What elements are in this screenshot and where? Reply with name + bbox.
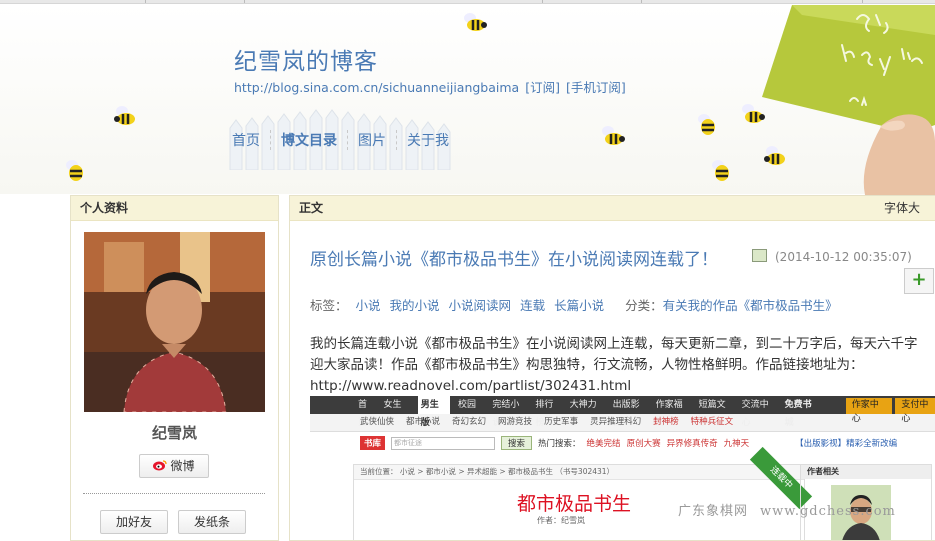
embedded-nav-item: 作家福利 xyxy=(655,400,683,428)
embedded-subnav: 武侠仙侠 都市小说 奇幻玄幻 网游竞技 历史军事 灵异推理科幻 封神榜 特种兵征… xyxy=(310,414,935,432)
embedded-nav-item: 完结小说 xyxy=(492,400,520,428)
tag-link[interactable]: 连载 xyxy=(520,298,545,313)
nav-item-about[interactable]: 关于我 xyxy=(407,130,459,150)
embedded-side-heading: 作者相关 xyxy=(801,465,931,479)
watermark-url: www.gdchess.com xyxy=(760,504,896,519)
embedded-sub-item: 奇幻玄幻 xyxy=(452,417,487,427)
image-icon xyxy=(752,249,767,262)
watermark: 广东象棋网 www.gdchess.com xyxy=(678,500,896,519)
embedded-sub-item: 都市小说 xyxy=(406,417,441,427)
category-label: 分类： xyxy=(625,298,663,313)
add-friend-button[interactable]: 加好友 xyxy=(100,510,168,534)
subscribe-link[interactable]: [订阅] xyxy=(525,80,560,95)
blog-url[interactable]: http://blog.sina.com.cn/sichuanneijiangb… xyxy=(234,80,519,95)
profile-panel-heading: 个人资料 xyxy=(71,196,278,221)
article-panel: 正文 字体大 原创长篇小说《都市极品书生》在小说阅读网连载了！ (2014-10… xyxy=(289,195,935,541)
bee-icon xyxy=(698,114,715,135)
category-link[interactable]: 有关我的作品《都市极品书生》 xyxy=(663,298,838,313)
bee-icon xyxy=(764,146,785,165)
embedded-sub-item: 武侠仙侠 xyxy=(360,417,395,427)
embedded-right-link: 【出版影视】精彩全新改编 xyxy=(795,439,898,449)
embedded-logo: 书库 xyxy=(360,436,386,450)
blog-title[interactable]: 纪雪岚的博客 xyxy=(234,42,378,76)
embedded-author: 作者：纪雪岚 xyxy=(537,516,585,525)
embedded-sub-item: 封神榜 xyxy=(653,417,679,427)
embedded-nav-button: 支付中心 xyxy=(895,398,935,424)
tag-link[interactable]: 小说阅读网 xyxy=(449,298,512,313)
mobile-subscribe-link[interactable]: [手机订阅] xyxy=(566,80,626,95)
post-title[interactable]: 原创长篇小说《都市极品书生》在小说阅读网连载了！ xyxy=(310,245,718,270)
embedded-hot-item: 绝美完结 xyxy=(586,439,621,449)
weibo-icon xyxy=(153,456,168,478)
nav-item-pictures[interactable]: 图片 xyxy=(358,130,397,150)
embedded-nav-item: 女生版 xyxy=(383,400,402,428)
post-body: 我的长篇连载小说《都市极品书生》在小说阅读网上连载，每天更新二章，到二十万字后，… xyxy=(310,334,935,397)
divider xyxy=(83,493,265,494)
blog-url-line: http://blog.sina.com.cn/sichuanneijiangb… xyxy=(234,77,632,96)
bee-icon xyxy=(114,106,135,125)
send-note-button[interactable]: 发纸条 xyxy=(178,510,246,534)
embedded-nav-item: 男生版 xyxy=(417,396,451,428)
bee-icon xyxy=(602,126,625,145)
nav-item-home[interactable]: 首页 xyxy=(232,130,271,150)
post-body-link[interactable]: http://www.readnovel.com/partlist/302431… xyxy=(310,376,935,397)
tags-label: 标签： xyxy=(310,298,348,313)
bee-icon xyxy=(66,160,83,181)
bee-icon xyxy=(742,104,765,123)
embedded-breadcrumb: 当前位置： 小说 > 都市小说 > 异术超能 > 都市极品书生 （书号30243… xyxy=(354,465,804,480)
embedded-hot-item: 九神天 xyxy=(723,439,750,449)
embedded-search-button: 搜索 xyxy=(501,436,533,450)
weibo-button[interactable]: 微博 xyxy=(139,454,209,478)
font-size-toggle[interactable]: 字体大 xyxy=(884,196,920,220)
embedded-nav-item: 排行榜 xyxy=(535,400,554,428)
embedded-sub-item: 网游竞技 xyxy=(498,417,533,427)
article-heading-label: 正文 xyxy=(299,201,324,215)
embedded-nav-item: 短篇文学 xyxy=(698,400,726,428)
bee-icon xyxy=(712,160,729,181)
embedded-nav-item: 出版影视 xyxy=(612,400,640,428)
embedded-search-bar: 书库 都市征途 搜索 热门搜索： 绝美完结 原创大赛 异界修真传奇 九神天 【出… xyxy=(310,432,935,454)
avatar[interactable] xyxy=(84,232,265,412)
embedded-sub-item: 历史军事 xyxy=(544,417,579,427)
embedded-nav-item: 首页 xyxy=(358,400,368,428)
embedded-nav-item: 交流中心 xyxy=(741,400,769,428)
embedded-nav-item: 免费书城 xyxy=(784,400,812,428)
watermark-text: 广东象棋网 xyxy=(678,504,749,519)
post-date: (2014-10-12 00:35:07) xyxy=(775,250,912,264)
embedded-hot-label: 热门搜索： xyxy=(538,439,581,449)
add-button[interactable]: + xyxy=(904,268,934,294)
nav-item-article-list[interactable]: 博文目录 xyxy=(281,130,348,150)
article-panel-heading: 正文 字体大 xyxy=(290,196,935,221)
post-body-line: 我的长篇连载小说《都市极品书生》在小说阅读网上连载，每天更新二章，到二十万字后，… xyxy=(310,336,918,352)
embedded-search-input: 都市征途 xyxy=(391,436,496,450)
embedded-nav-item: 大神力作 xyxy=(569,400,597,428)
profile-username[interactable]: 纪雪岚 xyxy=(71,422,278,443)
tag-line: 标签： 小说 我的小说 小说阅读网 连载 长篇小说 分类：有关我的作品《都市极品书生》 xyxy=(310,295,847,314)
tag-link[interactable]: 小说 xyxy=(356,298,381,313)
profile-panel: 个人资料 纪雪岚 微博 加好友 发纸条 xyxy=(70,195,279,541)
bee-icon xyxy=(464,13,487,31)
embedded-nav: 首页 女生版 男生版 校园版 完结小说 排行榜 大神力作 出版影视 作家福利 短… xyxy=(310,396,935,428)
tag-link[interactable]: 我的小说 xyxy=(390,298,440,313)
embedded-sub-item: 灵异推理科幻 xyxy=(590,417,642,427)
blog-nav: 首页 博文目录 图片 关于我 xyxy=(232,130,469,150)
post-body-line: 迎大家品读！作品《都市极品书生》构思独特，行文流畅，人物性格鲜明。作品链接地址为… xyxy=(310,357,864,373)
weibo-label: 微博 xyxy=(170,459,195,473)
embedded-sub-item: 特种兵征文 xyxy=(690,417,734,427)
embedded-nav-button: 作家中心 xyxy=(845,398,893,424)
embedded-nav-item: 校园版 xyxy=(458,400,477,428)
tag-link[interactable]: 长篇小说 xyxy=(554,298,604,313)
embedded-hot-item: 原创大赛 xyxy=(626,439,661,449)
embedded-book-title: 都市极品书生 xyxy=(517,493,632,515)
embedded-hot-item: 异界修真传奇 xyxy=(666,439,718,449)
